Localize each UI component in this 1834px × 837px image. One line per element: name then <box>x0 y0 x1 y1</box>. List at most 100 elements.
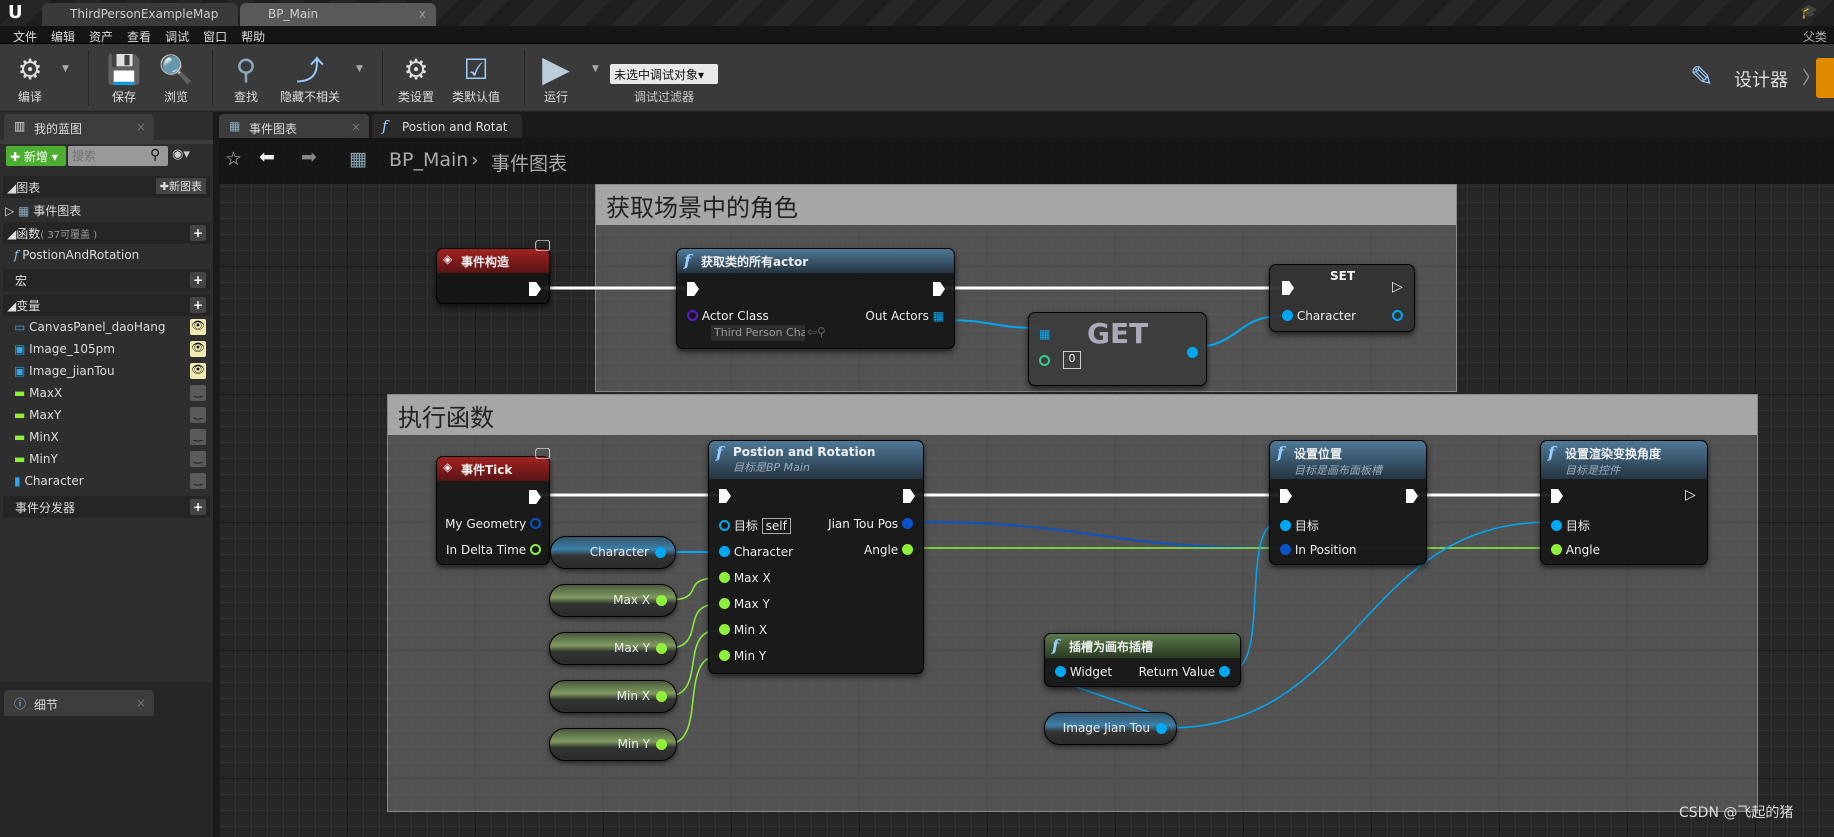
class-settings-button[interactable]: ⚙ 类设置 <box>388 50 444 105</box>
menu-debug[interactable]: 调试 <box>158 26 196 44</box>
character-out-pin[interactable] <box>1392 310 1403 321</box>
run-button[interactable]: ▶ 运行 <box>528 49 584 105</box>
delta-time-pin[interactable]: In Delta Time <box>446 543 541 557</box>
tab-my-blueprint[interactable]: ▥ 我的蓝图 × <box>4 114 154 140</box>
maxy-variable-node[interactable]: Max Y <box>549 632 677 665</box>
new-graph-button[interactable]: ✚新图表 <box>155 178 206 194</box>
breadcrumb-root[interactable]: BP_Main <box>389 149 468 171</box>
character-pin[interactable]: Character <box>719 545 793 559</box>
close-icon[interactable]: x <box>419 7 426 21</box>
set-character-node[interactable]: SET ▷ Character <box>1269 264 1415 332</box>
tab-map[interactable]: ThirdPersonExampleMap <box>42 3 238 26</box>
menu-window[interactable]: 窗口 <box>196 26 234 44</box>
exec-out-pin[interactable] <box>933 282 945 296</box>
miny-pin[interactable]: Min Y <box>719 649 766 663</box>
variable-item[interactable]: ▮ Character <box>14 474 84 488</box>
graph-mode-button[interactable] <box>1816 58 1834 98</box>
function-item[interactable]: f PostionAndRotation <box>14 248 139 262</box>
character-in-pin[interactable]: Character <box>1282 309 1356 323</box>
widget-pin[interactable]: Widget <box>1055 665 1112 679</box>
target-pin[interactable]: 目标 <box>1280 517 1319 534</box>
eye-closed-icon[interactable]: ‿ <box>190 385 206 401</box>
float-pin[interactable] <box>656 595 667 606</box>
chevron-down-icon[interactable]: ▼ <box>62 64 69 74</box>
character-variable-node[interactable]: Character <box>550 536 676 569</box>
chevron-down-icon[interactable]: ▼ <box>356 64 363 74</box>
minx-variable-node[interactable]: Min X <box>549 680 677 713</box>
class-defaults-button[interactable]: ☑ 类默认值 <box>448 50 504 105</box>
add-new-button[interactable]: ✚ 新增 ▾ <box>6 146 66 166</box>
chevron-down-icon[interactable]: ▼ <box>592 64 599 74</box>
graph-canvas[interactable]: 获取场景中的角色 执行函数 ◈ 事件构造 🖵 f 获取类的所有actor Actor… <box>219 138 1834 837</box>
add-macro-button[interactable]: + <box>190 272 206 288</box>
exec-in-pin[interactable] <box>719 489 731 503</box>
set-position-node[interactable]: f 设置位置 目标是画布面板槽 目标 In Position <box>1269 440 1427 565</box>
exec-in-pin[interactable] <box>687 282 699 296</box>
array-get-node[interactable]: GET ▦ 0 <box>1028 312 1207 386</box>
exec-out-pin[interactable]: ▷ <box>1392 279 1403 295</box>
maxx-pin[interactable]: Max X <box>719 571 771 585</box>
exec-out-pin[interactable] <box>529 282 541 296</box>
eye-open-icon[interactable]: 👁 <box>190 341 206 357</box>
variable-item[interactable]: ▬ MaxX <box>14 386 62 400</box>
element-out-pin[interactable] <box>1187 347 1198 358</box>
add-variable-button[interactable]: + <box>190 297 206 313</box>
eye-closed-icon[interactable]: ‿ <box>190 473 206 489</box>
tab-event-graph[interactable]: ▦ 事件图表 × <box>219 114 369 140</box>
object-pin[interactable] <box>655 547 666 558</box>
debug-object-select[interactable]: 未选中调试对象▾ <box>610 64 718 84</box>
exec-in-pin[interactable] <box>1551 489 1563 503</box>
variable-item[interactable]: ▬ MinX <box>14 430 59 444</box>
learn-icon[interactable]: 🎓 <box>1800 4 1817 20</box>
section-functions[interactable]: ◢函数( 37可覆盖 ) + <box>3 222 210 244</box>
hide-unrelated-button[interactable]: ⤴ 隐藏不相关 <box>272 50 348 105</box>
variable-item[interactable]: ▬ MinY <box>14 452 58 466</box>
index-pin[interactable] <box>1039 355 1050 366</box>
jian-tou-pos-pin[interactable]: Jian Tou Pos <box>828 517 913 531</box>
get-all-actors-node[interactable]: f 获取类的所有actor Actor Class Third Person Ch… <box>676 248 955 349</box>
add-dispatcher-button[interactable]: + <box>190 499 206 515</box>
section-macros[interactable]: 宏 + <box>3 269 210 291</box>
in-position-pin[interactable]: In Position <box>1280 543 1357 557</box>
tab-bp-main[interactable]: BP_Main x <box>240 3 436 26</box>
maxy-pin[interactable]: Max Y <box>719 597 770 611</box>
exec-in-pin[interactable] <box>1282 281 1294 295</box>
eye-open-icon[interactable]: 👁 <box>190 363 206 379</box>
float-pin[interactable] <box>656 643 667 654</box>
find-button[interactable]: ⚲ 查找 <box>218 50 274 105</box>
object-pin[interactable] <box>1156 723 1167 734</box>
float-pin[interactable] <box>656 691 667 702</box>
back-arrow-icon[interactable]: ⬅ <box>259 146 275 168</box>
variable-item[interactable]: ▣ Image_jianTou <box>14 364 115 378</box>
set-render-angle-node[interactable]: f 设置渲染变换角度 目标是控件 ▷ 目标 Angle <box>1540 440 1708 565</box>
menu-file[interactable]: 文件 <box>6 26 44 44</box>
close-icon[interactable]: × <box>136 696 146 710</box>
event-construct-node[interactable]: ◈ 事件构造 <box>436 248 550 304</box>
variable-item[interactable]: ▭ CanvasPanel_daoHang <box>14 320 166 334</box>
my-geometry-pin[interactable]: My Geometry <box>445 517 541 531</box>
eye-closed-icon[interactable]: ‿ <box>190 407 206 423</box>
section-graphs[interactable]: ◢图表 ✚新图表 <box>3 176 210 198</box>
target-pin[interactable]: 目标 self <box>719 517 791 534</box>
float-pin[interactable] <box>656 739 667 750</box>
actor-class-select[interactable]: Third Person Cha <box>711 325 805 341</box>
close-icon[interactable]: × <box>136 120 146 134</box>
exec-out-pin[interactable]: ▷ <box>1685 487 1696 503</box>
eye-closed-icon[interactable]: ‿ <box>190 451 206 467</box>
position-and-rotation-node[interactable]: f Postion and Rotation 目标是BP Main 目标 self … <box>708 440 924 674</box>
graph-item-event-graph[interactable]: ▷ ▦ 事件图表 <box>5 202 81 219</box>
variable-item[interactable]: ▣ Image_105pm <box>14 342 115 356</box>
eye-open-icon[interactable]: 👁 <box>190 319 206 335</box>
exec-in-pin[interactable] <box>1280 489 1292 503</box>
favorite-star-icon[interactable]: ☆ <box>225 148 242 170</box>
menu-edit[interactable]: 编辑 <box>44 26 82 44</box>
menu-view[interactable]: 查看 <box>120 26 158 44</box>
array-pin-icon[interactable]: ▦ <box>1039 327 1050 341</box>
return-value-pin[interactable]: Return Value <box>1139 665 1230 679</box>
compile-button[interactable]: ⚙ 编译 <box>2 50 58 105</box>
index-input[interactable]: 0 <box>1063 351 1081 369</box>
designer-mode-button[interactable]: 设计器 <box>1734 66 1788 92</box>
actor-class-pin[interactable]: Actor Class <box>687 309 769 323</box>
add-function-button[interactable]: + <box>190 225 206 241</box>
forward-arrow-icon[interactable]: ➡ <box>301 146 317 168</box>
